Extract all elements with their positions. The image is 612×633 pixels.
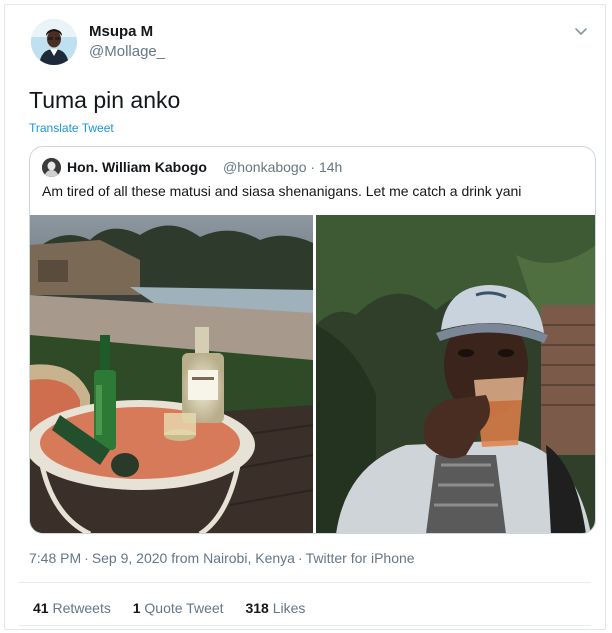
tweet-text: Tuma pin anko	[29, 87, 181, 113]
likes-stat[interactable]: 318 Likes	[245, 600, 305, 616]
quoted-tweet[interactable]: Hon. William Kabogo @honkabogo · 14h Am …	[29, 146, 596, 534]
poolside-table-photo[interactable]	[30, 215, 313, 533]
retweets-count: 41	[33, 600, 49, 616]
tweet-date-location[interactable]: Sep 9, 2020 from Nairobi, Kenya	[92, 550, 295, 566]
tweet-stats: 41 Retweets 1 Quote Tweet 318 Likes	[33, 600, 323, 616]
divider	[19, 625, 591, 626]
tweet-time[interactable]: 7:48 PM	[29, 550, 81, 566]
quoted-avatar-image	[42, 158, 61, 177]
quoted-author-avatar[interactable]	[42, 158, 61, 177]
retweets-label: Retweets	[52, 600, 111, 616]
tweet-card: Msupa M @Mollage_ Tuma pin anko Translat…	[4, 4, 606, 630]
quoted-author-handle[interactable]: @honkabogo · 14h	[223, 159, 342, 175]
quotes-label: Quote Tweet	[144, 600, 224, 616]
quoted-author-name[interactable]: Hon. William Kabogo	[67, 159, 207, 175]
translate-tweet-link[interactable]: Translate Tweet	[29, 121, 114, 135]
quoted-handle-text[interactable]: @honkabogo	[223, 159, 307, 175]
author-handle[interactable]: @Mollage_	[89, 43, 165, 60]
likes-label: Likes	[272, 600, 306, 616]
man-drinking-photo[interactable]	[316, 215, 595, 533]
meta-separator: ·	[297, 550, 303, 566]
quoted-text: Am tired of all these matusi and siasa s…	[42, 183, 522, 199]
quote-tweets-stat[interactable]: 1 Quote Tweet	[133, 600, 224, 616]
tweet-meta: 7:48 PM · Sep 9, 2020 from Nairobi, Kenya ·…	[29, 550, 415, 566]
divider	[19, 582, 591, 583]
avatar-image	[31, 19, 77, 65]
author-name[interactable]: Msupa M	[89, 23, 153, 40]
chevron-down-icon[interactable]	[571, 21, 591, 41]
tweet-source[interactable]: Twitter for iPhone	[306, 550, 415, 566]
quoted-time[interactable]: · 14h	[310, 159, 342, 175]
quotes-count: 1	[132, 600, 141, 616]
retweets-stat[interactable]: 41 Retweets	[33, 600, 111, 616]
author-avatar[interactable]	[31, 19, 77, 65]
meta-separator: ·	[84, 550, 89, 566]
likes-count: 318	[245, 600, 269, 616]
